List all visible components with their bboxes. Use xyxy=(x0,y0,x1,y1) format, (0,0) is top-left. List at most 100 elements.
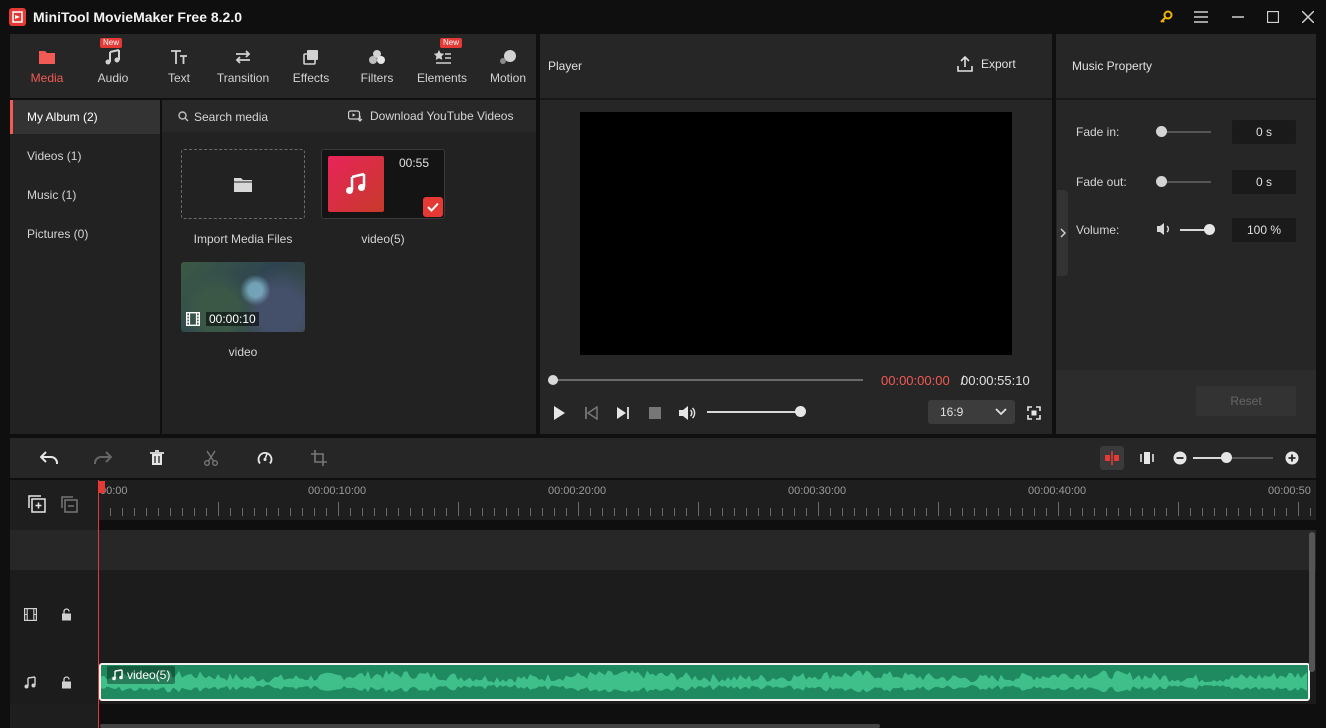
property-panel: Music Property Fade in: 0 s Fade out: 0 … xyxy=(1056,34,1316,434)
media-duration: 00:55 xyxy=(399,156,430,170)
fullscreen-icon[interactable] xyxy=(1024,403,1044,423)
audio-clip[interactable]: video(5) xyxy=(99,663,1310,701)
timeline-toolbar xyxy=(10,438,1316,478)
volume-handle[interactable] xyxy=(1204,224,1215,235)
minimize-icon[interactable] xyxy=(1226,6,1250,28)
export-button[interactable]: Export xyxy=(957,56,1016,72)
fade-in-handle[interactable] xyxy=(1156,126,1167,137)
ruler-ticks xyxy=(98,502,1311,516)
motion-icon xyxy=(499,47,517,67)
remove-track-icon[interactable] xyxy=(61,496,79,514)
import-media-button[interactable] xyxy=(181,149,305,219)
album-item-my-album[interactable]: My Album (2) xyxy=(10,100,160,134)
empty-track[interactable] xyxy=(10,530,1316,570)
album-item-pictures[interactable]: Pictures (0) xyxy=(10,217,160,251)
zoom-handle[interactable] xyxy=(1221,452,1232,463)
media-item-name: video xyxy=(228,345,258,359)
fade-out-handle[interactable] xyxy=(1156,176,1167,187)
album-item-videos[interactable]: Videos (1) xyxy=(10,139,160,173)
redo-icon[interactable] xyxy=(93,448,113,468)
export-icon xyxy=(957,56,973,72)
vertical-scrollbar[interactable] xyxy=(1309,532,1315,672)
volume-field[interactable]: 100 % xyxy=(1232,218,1296,242)
timeline-ruler[interactable]: 00:00 00:00:10:00 00:00:20:00 00:00:30:0… xyxy=(98,480,1316,520)
property-title: Music Property xyxy=(1072,59,1153,73)
speed-icon[interactable] xyxy=(255,448,275,468)
elements-icon xyxy=(433,47,451,67)
tab-effects-label: Effects xyxy=(292,71,330,85)
seek-bar[interactable] xyxy=(552,379,863,381)
tab-motion[interactable]: Motion xyxy=(488,34,528,98)
add-track-icon[interactable] xyxy=(28,495,46,513)
next-frame-icon[interactable] xyxy=(613,403,633,423)
search-icon[interactable] xyxy=(178,111,189,122)
youtube-download-icon[interactable] xyxy=(348,110,363,122)
media-item-music[interactable]: 00:55 xyxy=(321,149,445,219)
property-footer: Reset xyxy=(1056,370,1316,434)
stop-icon[interactable] xyxy=(645,403,665,423)
text-icon xyxy=(170,47,188,67)
app-logo-icon xyxy=(9,8,26,26)
playhead-line[interactable] xyxy=(98,480,99,728)
selected-check-icon[interactable] xyxy=(423,197,443,217)
horizontal-scrollbar[interactable] xyxy=(100,724,880,728)
tab-filters[interactable]: Filters xyxy=(358,34,396,98)
split-icon[interactable] xyxy=(201,448,221,468)
clip-name: video(5) xyxy=(127,668,171,682)
preview-screen[interactable] xyxy=(580,112,1012,355)
export-label: Export xyxy=(981,57,1016,71)
search-media-input[interactable]: Search media xyxy=(194,110,268,124)
chevron-down-icon xyxy=(995,408,1007,416)
album-item-music[interactable]: Music (1) xyxy=(10,178,160,212)
volume-slider[interactable] xyxy=(707,411,801,413)
album-sidebar: My Album (2) Videos (1) Music (1) Pictur… xyxy=(10,100,160,434)
aspect-ratio-select[interactable]: 16:9 xyxy=(928,400,1015,424)
tab-elements[interactable]: New Elements xyxy=(414,34,470,98)
lock-icon[interactable] xyxy=(58,606,74,622)
collapse-panel-button[interactable] xyxy=(1057,190,1068,276)
tab-transition[interactable]: Transition xyxy=(213,34,273,98)
volume-handle[interactable] xyxy=(795,406,806,417)
folder-icon xyxy=(38,47,56,67)
menu-icon[interactable] xyxy=(1189,6,1213,28)
tab-elements-label: Elements xyxy=(416,71,468,85)
tab-audio[interactable]: New Audio xyxy=(94,34,132,98)
lock-icon[interactable] xyxy=(58,674,74,690)
zoom-out-icon[interactable] xyxy=(1170,448,1190,468)
previous-frame-icon[interactable] xyxy=(581,403,601,423)
fade-out-field[interactable]: 0 s xyxy=(1232,170,1296,194)
media-header: Search media Download YouTube Videos xyxy=(162,100,536,132)
speaker-icon[interactable] xyxy=(1156,222,1172,236)
undo-icon[interactable] xyxy=(39,448,59,468)
maximize-icon[interactable] xyxy=(1261,6,1285,28)
zoom-in-icon[interactable] xyxy=(1282,448,1302,468)
reset-button[interactable]: Reset xyxy=(1196,386,1296,416)
playhead-handle[interactable] xyxy=(98,481,105,493)
download-youtube-button[interactable]: Download YouTube Videos xyxy=(370,109,513,123)
seek-handle[interactable] xyxy=(548,375,558,385)
fit-timeline-icon[interactable] xyxy=(1137,448,1157,468)
audio-waveform xyxy=(101,670,1307,693)
tab-media[interactable]: Media xyxy=(27,34,67,98)
fade-out-label: Fade out: xyxy=(1076,175,1127,189)
tab-text[interactable]: Text xyxy=(164,34,194,98)
close-icon[interactable] xyxy=(1296,6,1320,28)
snap-toggle-icon[interactable] xyxy=(1100,446,1124,470)
play-icon[interactable] xyxy=(549,403,569,423)
tab-text-label: Text xyxy=(167,71,190,85)
tab-transition-label: Transition xyxy=(216,71,270,85)
ruler-label: 00:00:50 xyxy=(1268,485,1311,497)
filters-icon xyxy=(368,47,386,67)
video-track[interactable] xyxy=(10,570,1316,660)
player-title: Player xyxy=(548,59,583,73)
delete-icon[interactable] xyxy=(147,448,167,468)
key-icon[interactable] xyxy=(1154,6,1178,28)
volume-icon[interactable] xyxy=(677,403,697,423)
tab-effects[interactable]: Effects xyxy=(290,34,332,98)
tab-media-label: Media xyxy=(30,71,64,85)
new-badge: New xyxy=(100,38,123,48)
crop-icon[interactable] xyxy=(309,448,329,468)
fade-in-field[interactable]: 0 s xyxy=(1232,120,1296,144)
media-item-video[interactable]: 00:00:10 xyxy=(181,262,305,332)
import-media-label: Import Media Files xyxy=(193,232,293,246)
